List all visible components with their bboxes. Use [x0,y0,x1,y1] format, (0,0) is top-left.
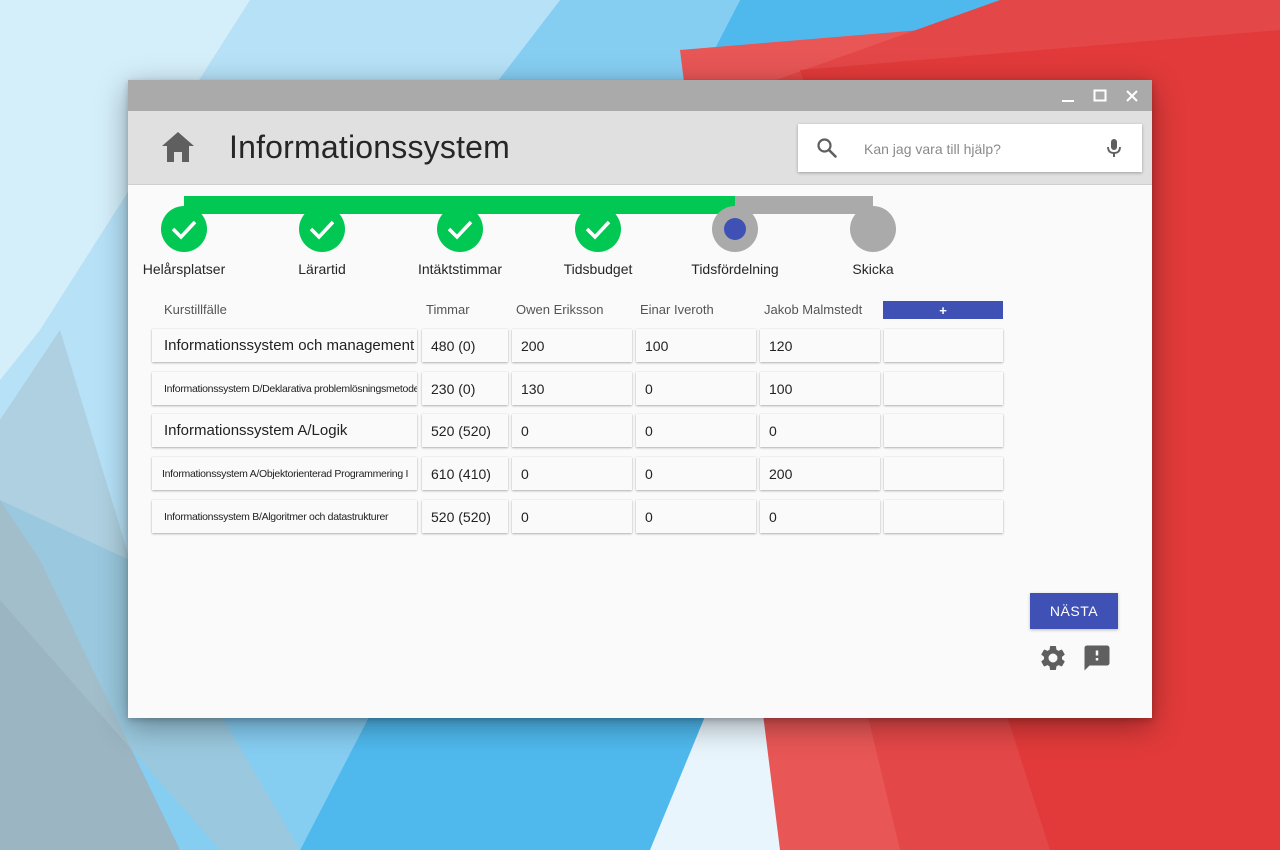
step-6-pending[interactable] [850,206,896,252]
owen-hours-input[interactable]: 0 [512,457,632,490]
column-header-course: Kurstillfälle [164,302,227,317]
column-header-einar: Einar Iveroth [640,302,714,317]
step-5-current[interactable] [712,206,758,252]
step-1-done[interactable] [161,206,207,252]
course-cell[interactable]: Informationssystem A/Objektorienterad Pr… [152,457,417,490]
maximize-icon[interactable] [1090,86,1110,106]
checkmark-icon [171,220,197,240]
course-cell[interactable]: Informationssystem och management [152,329,417,362]
einar-hours-input[interactable]: 100 [636,329,756,362]
step-2-done[interactable] [299,206,345,252]
hours-cell[interactable]: 520 (520) [422,500,508,533]
owen-hours-input[interactable]: 0 [512,414,632,447]
current-step-dot [724,218,746,240]
einar-hours-input[interactable]: 0 [636,457,756,490]
empty-extra-cell[interactable] [884,329,1003,362]
empty-extra-cell[interactable] [884,414,1003,447]
step-label: Helårsplatser [142,261,226,277]
course-cell[interactable]: Informationssystem B/Algoritmer och data… [152,500,417,533]
microphone-icon[interactable] [1104,137,1124,164]
step-label: Tidsfördelning [691,261,779,277]
einar-hours-input[interactable]: 0 [636,414,756,447]
column-header-hours: Timmar [426,302,470,317]
einar-hours-input[interactable]: 0 [636,500,756,533]
search-bar [798,124,1142,172]
app-header: Informationssystem [128,111,1152,185]
close-icon[interactable] [1122,86,1142,106]
step-label: Intäktstimmar [417,261,503,277]
hours-cell[interactable]: 480 (0) [422,329,508,362]
jakob-hours-input[interactable]: 0 [760,500,880,533]
step-track-remaining [735,196,873,214]
empty-extra-cell[interactable] [884,500,1003,533]
checkmark-icon [585,220,611,240]
jakob-hours-input[interactable]: 0 [760,414,880,447]
step-label: Lärartid [298,261,346,277]
owen-hours-input[interactable]: 0 [512,500,632,533]
gear-icon[interactable] [1038,643,1068,678]
step-3-done[interactable] [437,206,483,252]
step-label: Skicka [852,261,894,277]
page-title: Informationssystem [229,129,511,165]
step-label: Tidsbudget [563,261,633,277]
column-header-jakob: Jakob Malmstedt [764,302,863,317]
owen-hours-input[interactable]: 130 [512,372,632,405]
search-icon[interactable] [816,137,838,164]
course-cell[interactable]: Informationssystem A/Logik [152,414,417,447]
hours-cell[interactable]: 520 (520) [422,414,508,447]
empty-extra-cell[interactable] [884,457,1003,490]
owen-hours-input[interactable]: 200 [512,329,632,362]
next-button[interactable]: NÄSTA [1030,593,1118,629]
app-window: Informationssystem Kan jag vara till hjä… [128,80,1152,718]
step-4-done[interactable] [575,206,621,252]
minimize-icon[interactable] [1058,86,1078,106]
add-column-button[interactable]: + [883,301,1003,319]
empty-extra-cell[interactable] [884,372,1003,405]
checkmark-icon [309,220,335,240]
checkmark-icon [447,220,473,240]
window-titlebar [128,80,1152,111]
course-cell[interactable]: Informationssystem D/Deklarativa problem… [152,372,417,405]
jakob-hours-input[interactable]: 120 [760,329,880,362]
feedback-icon[interactable] [1082,643,1112,678]
jakob-hours-input[interactable]: 100 [760,372,880,405]
hours-cell[interactable]: 230 (0) [422,372,508,405]
hours-cell[interactable]: 610 (410) [422,457,508,490]
column-header-owen: Owen Eriksson [516,302,604,317]
home-icon[interactable] [158,129,198,167]
einar-hours-input[interactable]: 0 [636,372,756,405]
search-input[interactable] [862,134,1096,164]
jakob-hours-input[interactable]: 200 [760,457,880,490]
